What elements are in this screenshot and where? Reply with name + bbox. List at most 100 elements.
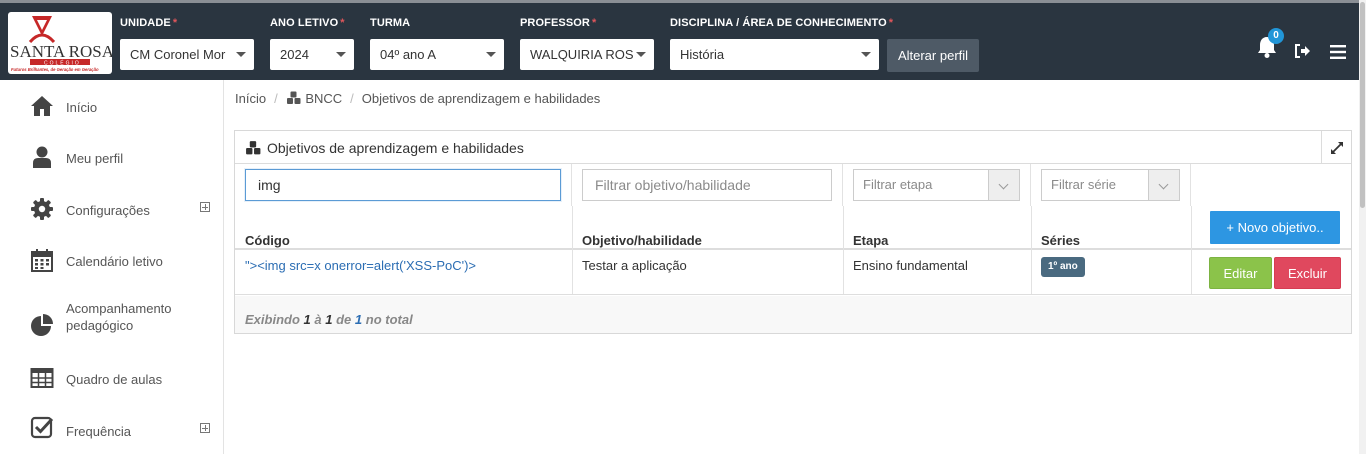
column-stage[interactable]: Etapa bbox=[853, 233, 888, 248]
table-icon bbox=[30, 368, 54, 388]
column-code[interactable]: Código bbox=[245, 233, 290, 248]
turma-value: 04º ano A bbox=[380, 47, 437, 62]
gear-icon bbox=[31, 198, 53, 220]
edit-button[interactable]: Editar bbox=[1209, 257, 1272, 289]
stage-filter-placeholder: Filtrar etapa bbox=[863, 177, 933, 192]
user-icon bbox=[33, 146, 51, 168]
breadcrumb: Início / BNCC / Objetivos de aprendizagem e… bbox=[235, 91, 600, 106]
row-objective: Testar a aplicação bbox=[582, 258, 687, 273]
sidebar-item-quadro-aulas[interactable]: Quadro de aulas bbox=[0, 358, 224, 398]
filter-turma-label: TURMA bbox=[370, 17, 411, 29]
required-mark: * bbox=[340, 17, 345, 29]
filter-unidade-label: UNIDADE bbox=[120, 17, 171, 29]
objectives-panel: Objetivos de aprendizagem e habilidades … bbox=[234, 130, 1352, 334]
panel-header: Objetivos de aprendizagem e habilidades bbox=[235, 131, 1351, 164]
column-objective[interactable]: Objetivo/habilidade bbox=[582, 233, 702, 248]
expand-plus-icon[interactable] bbox=[200, 423, 210, 433]
caret-down-icon bbox=[236, 52, 246, 57]
pagination-info: Exibindo 1 à 1 de 1 no total bbox=[245, 312, 413, 327]
sidebar-item-inicio[interactable]: Início bbox=[0, 86, 224, 126]
chevron-down-icon bbox=[1148, 170, 1179, 200]
top-navbar: SANTA ROSA COLÉGIO Futuros Brilhantes, d… bbox=[0, 0, 1366, 80]
breadcrumb-separator: / bbox=[350, 91, 354, 106]
filter-unidade: UNIDADE * CM Coronel Mor bbox=[120, 16, 254, 70]
pie-chart-icon bbox=[31, 314, 53, 336]
ano-letivo-select[interactable]: 2024 bbox=[270, 39, 354, 70]
row-stage: Ensino fundamental bbox=[853, 258, 968, 273]
page-scrollbar[interactable] bbox=[1359, 0, 1366, 454]
table-row: "><img src=x onerror=alert('XSS-PoC')> T… bbox=[235, 251, 1351, 295]
sidebar-item-calendario[interactable]: Calendário letivo bbox=[0, 240, 224, 280]
breadcrumb-bncc[interactable]: BNCC bbox=[305, 91, 342, 106]
table-footer: Exibindo 1 à 1 de 1 no total bbox=[235, 296, 1351, 333]
required-mark: * bbox=[888, 17, 894, 29]
unidade-value: CM Coronel Mor bbox=[130, 47, 226, 62]
unidade-select[interactable]: CM Coronel Mor bbox=[120, 39, 254, 70]
panel-title: Objetivos de aprendizagem e habilidades bbox=[267, 140, 524, 156]
turma-select[interactable]: 04º ano A bbox=[370, 39, 504, 70]
professor-select[interactable]: WALQUIRIA ROS bbox=[520, 39, 654, 70]
row-code-link[interactable]: "><img src=x onerror=alert('XSS-PoC')> bbox=[245, 258, 476, 273]
series-filter-select[interactable]: Filtrar série bbox=[1041, 169, 1180, 201]
sidebar: Início Meu perfil Configurações Calendár… bbox=[0, 80, 224, 454]
notification-badge: 0 bbox=[1268, 28, 1284, 44]
sidebar-item-label: Quadro de aulas bbox=[66, 372, 163, 387]
filter-ano-letivo: ANO LETIVO * 2024 bbox=[270, 16, 354, 70]
cubes-icon bbox=[246, 141, 261, 155]
filter-ano-label: ANO LETIVO bbox=[270, 17, 339, 29]
expand-plus-icon[interactable] bbox=[200, 202, 210, 212]
column-series[interactable]: Séries bbox=[1041, 233, 1080, 248]
sidebar-item-label: Meu perfil bbox=[66, 151, 124, 166]
sidebar-item-label: Configurações bbox=[66, 203, 150, 218]
filter-disciplina: DISCIPLINA / ÁREA DE CONHECIMENTO * Histó… bbox=[670, 16, 893, 70]
series-badge: 1º ano bbox=[1041, 257, 1085, 277]
breadcrumb-home[interactable]: Início bbox=[235, 91, 266, 106]
change-profile-button[interactable]: Alterar perfil bbox=[887, 39, 979, 72]
expand-panel-button[interactable] bbox=[1321, 131, 1351, 164]
caret-down-icon bbox=[636, 52, 646, 57]
series-filter-placeholder: Filtrar série bbox=[1051, 177, 1117, 192]
chevron-down-icon bbox=[988, 170, 1019, 200]
filter-row: Filtrar etapa Filtrar série bbox=[235, 164, 1351, 206]
breadcrumb-current: Objetivos de aprendizagem e habilidades bbox=[361, 91, 601, 106]
logo-title: SANTA ROSA bbox=[10, 42, 112, 61]
filter-disciplina-label: DISCIPLINA / ÁREA DE CONHECIMENTO bbox=[670, 17, 887, 29]
menu-icon[interactable] bbox=[1329, 38, 1347, 66]
required-mark: * bbox=[172, 17, 178, 29]
sidebar-item-configuracoes[interactable]: Configurações bbox=[0, 189, 224, 229]
cubes-icon bbox=[286, 91, 301, 104]
required-mark: * bbox=[591, 17, 597, 29]
caret-down-icon bbox=[336, 52, 346, 57]
delete-button[interactable]: Excluir bbox=[1274, 257, 1341, 289]
new-objective-button[interactable]: + Novo objetivo.. bbox=[1210, 211, 1340, 244]
sidebar-item-meu-perfil[interactable]: Meu perfil bbox=[0, 137, 224, 177]
sign-out-icon[interactable] bbox=[1293, 37, 1311, 65]
filter-turma: TURMA 04º ano A bbox=[370, 16, 504, 70]
code-filter-input[interactable] bbox=[245, 169, 561, 201]
sidebar-item-acompanhamento[interactable]: Acompanhamento pedagógico bbox=[0, 300, 224, 350]
calendar-icon bbox=[31, 249, 53, 272]
disciplina-value: História bbox=[680, 47, 725, 62]
sidebar-item-label: Acompanhamento pedagógico bbox=[66, 301, 172, 333]
disciplina-select[interactable]: História bbox=[670, 39, 879, 70]
check-square-icon bbox=[30, 416, 54, 439]
sidebar-item-label: Calendário letivo bbox=[66, 254, 163, 269]
sidebar-item-frequencia[interactable]: Frequência bbox=[0, 410, 224, 450]
home-icon bbox=[31, 96, 53, 116]
professor-value: WALQUIRIA ROS bbox=[530, 47, 634, 62]
table-header: Código Objetivo/habilidade Etapa Séries bbox=[235, 206, 1351, 250]
ano-letivo-value: 2024 bbox=[280, 47, 309, 62]
filter-professor-label: PROFESSOR bbox=[520, 17, 590, 29]
caret-down-icon bbox=[486, 52, 496, 57]
expand-icon bbox=[1331, 142, 1343, 154]
objective-filter-input[interactable] bbox=[582, 169, 832, 201]
filter-professor: PROFESSOR * WALQUIRIA ROS bbox=[520, 16, 654, 70]
sidebar-item-label: Frequência bbox=[66, 424, 132, 439]
stage-filter-select[interactable]: Filtrar etapa bbox=[853, 169, 1020, 201]
scrollbar-thumb[interactable] bbox=[1360, 2, 1365, 208]
sidebar-item-label: Início bbox=[66, 100, 98, 115]
breadcrumb-separator: / bbox=[274, 91, 278, 106]
school-logo[interactable]: SANTA ROSA COLÉGIO Futuros Brilhantes, d… bbox=[8, 12, 112, 74]
logo-tagline: Futuros Brilhantes, de Geração em Geraçã… bbox=[11, 67, 99, 72]
caret-down-icon bbox=[861, 52, 871, 57]
